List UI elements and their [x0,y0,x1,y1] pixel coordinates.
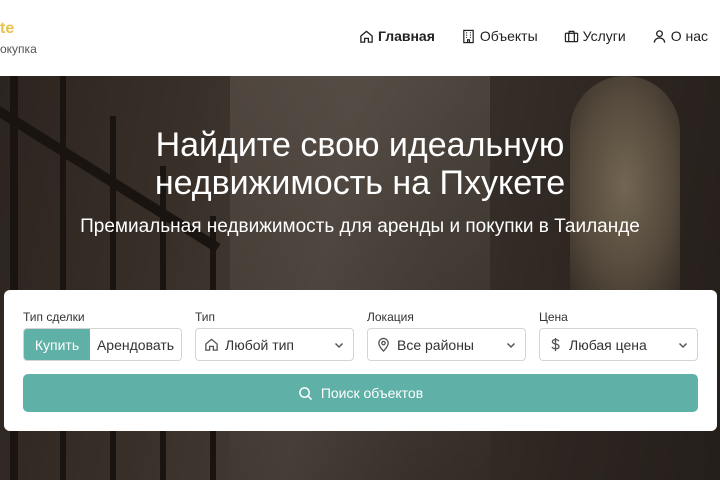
hero-title-line1: Найдите свою идеальную [155,126,565,164]
deal-type-toggle: Купить Арендовать [23,328,182,361]
price-select[interactable]: Любая цена [539,328,698,361]
map-pin-icon [378,337,389,352]
chevron-down-icon [678,342,688,348]
search-submit-label: Поиск объектов [320,385,424,401]
search-icon [298,386,312,400]
chevron-down-icon [334,342,344,348]
search-submit-button[interactable]: Поиск объектов [23,374,698,412]
nav-label: Главная [377,28,435,44]
hero-subtitle: Премиальная недвижимость для аренды и по… [80,216,640,237]
main-nav: Главная Объекты Услуги О нас [359,28,708,44]
home-icon [205,338,218,351]
location-label: Локация [367,310,414,324]
rent-toggle-button[interactable]: Арендовать [90,329,181,360]
nav-label: Объекты [479,28,538,44]
briefcase-icon [564,30,578,42]
property-type-label: Тип [195,310,216,324]
chevron-down-icon [506,342,516,348]
nav-label: Услуги [582,28,626,44]
nav-item-home[interactable]: Главная [359,28,435,44]
home-icon [360,29,373,43]
brand-name[interactable]: te [0,20,14,38]
search-panel: Тип сделки Купить Арендовать Тип Любой т… [4,290,717,431]
price-label: Цена [539,310,568,324]
location-value: Все районы [397,336,474,353]
property-type-select[interactable]: Любой тип [195,328,354,361]
deal-type-label: Тип сделки [23,310,85,324]
hero-title-line2: недвижимость на Пхукете [154,164,566,202]
nav-label: О нас [670,28,708,44]
site-header: te окупка Главная Объекты Услуги О нас [0,0,720,76]
property-type-value: Любой тип [225,336,295,353]
building-icon [463,29,474,43]
price-value: Любая цена [569,336,647,353]
brand-tagline: окупка [0,42,37,56]
buy-toggle-button[interactable]: Купить [24,329,90,360]
dollar-icon [551,337,560,352]
nav-item-objects[interactable]: Объекты [461,28,538,44]
nav-item-about[interactable]: О нас [652,28,708,44]
user-icon [653,29,666,43]
nav-item-services[interactable]: Услуги [564,28,626,44]
location-select[interactable]: Все районы [367,328,526,361]
hero-title: Найдите свою идеальную недвижимость на П… [0,126,720,202]
